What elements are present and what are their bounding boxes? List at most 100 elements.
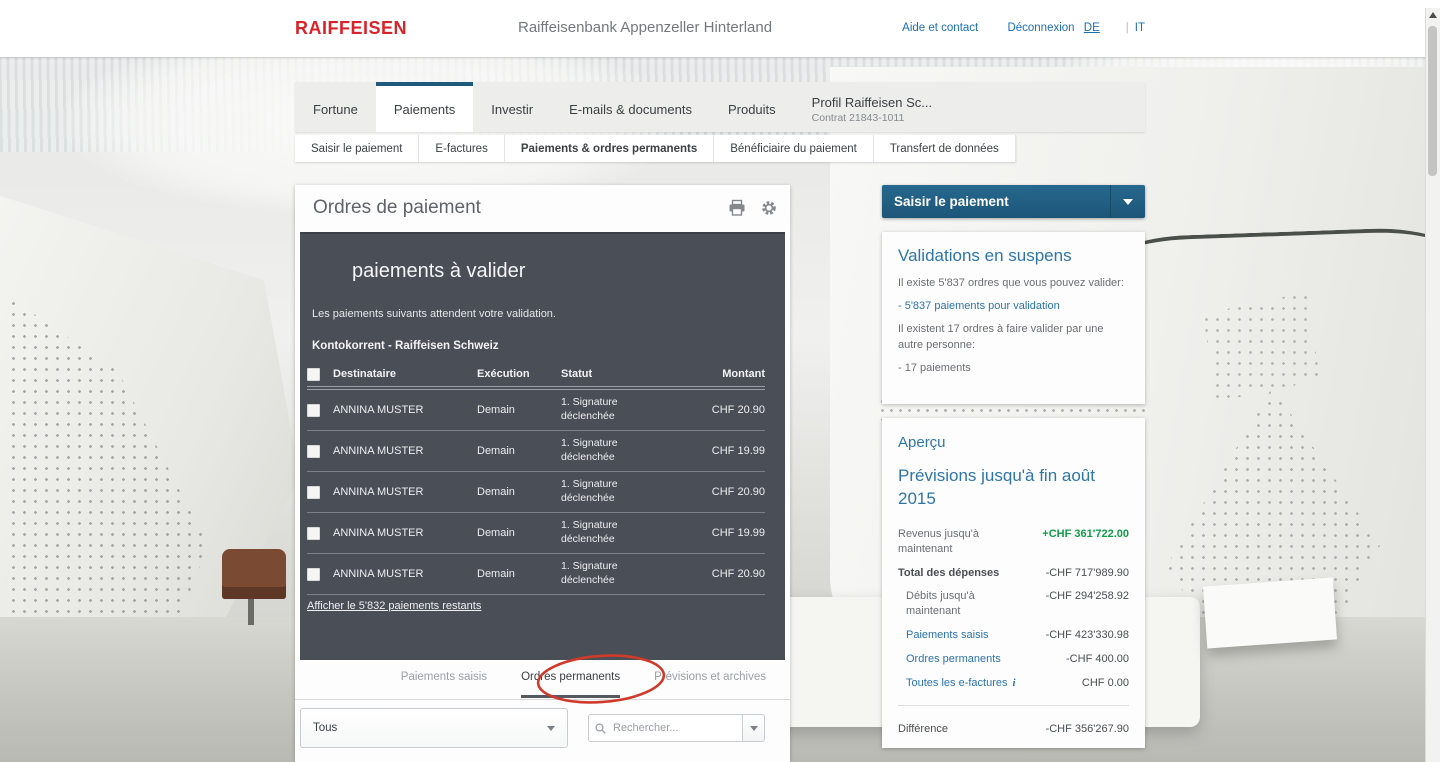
validations-item2: - 17 paiements <box>898 361 1129 377</box>
subnav-transfert[interactable]: Transfert de données <box>874 135 1016 162</box>
overview-row-efactures: Toutes les e-facturesi CHF 0.00 <box>898 676 1129 691</box>
dark-panel-heading: paiements à valider <box>352 260 525 283</box>
contract-number: Contrat 21843-1011 <box>812 112 932 124</box>
search-input[interactable] <box>611 721 725 735</box>
row-checkbox[interactable] <box>307 568 320 581</box>
table-row[interactable]: ANNINA MUSTER Demain 1. Signature déclen… <box>307 390 765 431</box>
print-icon[interactable] <box>728 199 746 217</box>
cell-execution: Demain <box>477 568 561 580</box>
tab-paiements-saisis[interactable]: Paiements saisis <box>401 671 487 698</box>
tab-investir[interactable]: Investir <box>473 82 551 132</box>
gear-icon[interactable] <box>760 199 778 217</box>
select-all-checkbox[interactable] <box>307 368 320 381</box>
help-contact-link[interactable]: Aide et contact <box>902 22 978 34</box>
tab-previsions-archives[interactable]: Prévisions et archives <box>654 671 766 698</box>
col-execution: Exécution <box>477 368 561 380</box>
overview-row-debits: Débits jusqu'à maintenant -CHF 294'258.9… <box>898 589 1129 619</box>
subnav-efactures[interactable]: E-factures <box>419 135 504 162</box>
raiffeisen-logo[interactable]: RAIFFEISEN <box>295 18 407 39</box>
bank-name: Raiffeisenbank Appenzeller Hinterland <box>518 19 772 36</box>
main-nav: Fortune Paiements Investir E-mails & doc… <box>295 82 1145 132</box>
scrollbar[interactable] <box>1425 8 1440 762</box>
overview-divider <box>898 705 1129 706</box>
paiements-saisis-link[interactable]: Paiements saisis <box>898 628 1026 643</box>
search-icon <box>595 723 606 734</box>
table-row[interactable]: ANNINA MUSTER Demain 1. Signature déclen… <box>307 431 765 472</box>
tab-paiements[interactable]: Paiements <box>376 82 473 132</box>
validations-line1: Il existe 5'837 ordres que vous pouvez v… <box>898 276 1129 292</box>
cell-statut: 1. Signature déclenchée <box>561 560 646 587</box>
cell-execution: Demain <box>477 404 561 416</box>
table-row[interactable]: ANNINA MUSTER Demain 1. Signature déclen… <box>307 554 765 595</box>
overview-row-difference: Différence -CHF 356'267.90 <box>898 722 1129 737</box>
row-checkbox[interactable] <box>307 445 320 458</box>
overview-row-paiements-saisis: Paiements saisis -CHF 423'330.98 <box>898 628 1129 643</box>
row-checkbox[interactable] <box>307 527 320 540</box>
tab-profil[interactable]: Profil Raiffeisen Sc... Contrat 21843-10… <box>794 82 950 132</box>
payments-to-validate-panel: paiements à valider Les paiements suivan… <box>300 232 785 660</box>
table-header: Destinataire Exécution Statut Montant <box>307 362 765 387</box>
account-name: Kontokorrent - Raiffeisen Schweiz <box>312 340 499 352</box>
scroll-up-icon[interactable] <box>1429 12 1437 18</box>
saisir-paiement-button[interactable]: Saisir le paiement <box>882 185 1145 218</box>
show-remaining-payments-link[interactable]: Afficher le 5'832 paiements restants <box>307 600 481 612</box>
cell-destinataire: ANNINA MUSTER <box>333 527 477 539</box>
lang-it-link[interactable]: IT <box>1135 22 1145 34</box>
payments-for-validation-link[interactable]: - 5'837 paiements pour validation <box>898 299 1129 315</box>
chevron-down-icon <box>547 726 555 731</box>
tab-fortune[interactable]: Fortune <box>295 82 376 132</box>
panel-header: Ordres de paiement <box>295 185 790 232</box>
table-row[interactable]: ANNINA MUSTER Demain 1. Signature déclen… <box>307 472 765 513</box>
table-row[interactable]: ANNINA MUSTER Demain 1. Signature déclen… <box>307 513 765 554</box>
payments-table: Destinataire Exécution Statut Montant AN… <box>307 362 765 595</box>
overview-row-revenus: Revenus jusqu'à maintenant +CHF 361'722.… <box>898 527 1129 557</box>
overview-subtitle: Prévisions jusqu'à fin août 2015 <box>898 465 1129 511</box>
cell-montant: CHF 20.90 <box>671 486 765 498</box>
cell-statut: 1. Signature déclenchée <box>561 478 646 505</box>
validations-heading: Validations en suspens <box>898 246 1129 266</box>
cell-execution: Demain <box>477 527 561 539</box>
lang-separator: | <box>1126 22 1129 34</box>
cell-montant: CHF 20.90 <box>671 568 765 580</box>
subnav-beneficiaire[interactable]: Bénéficiaire du paiement <box>714 135 874 162</box>
scrollbar-thumb[interactable] <box>1428 26 1437 176</box>
payments-panel: Ordres de paiement paiements à valider L… <box>295 185 790 762</box>
chevron-down-icon <box>750 726 758 731</box>
row-checkbox[interactable] <box>307 486 320 499</box>
subnav-saisir-paiement[interactable]: Saisir le paiement <box>295 135 419 162</box>
overview-row-total-depenses: Total des dépenses -CHF 717'989.90 <box>898 566 1129 581</box>
cell-execution: Demain <box>477 486 561 498</box>
tab-emails-documents[interactable]: E-mails & documents <box>551 82 710 132</box>
ordres-permanents-link[interactable]: Ordres permanents <box>898 652 1026 667</box>
logout-link[interactable]: Déconnexion <box>1007 22 1074 34</box>
efactures-link[interactable]: Toutes les e-factures <box>906 677 1008 689</box>
overview-panel: Aperçu Prévisions jusqu'à fin août 2015 … <box>882 418 1145 748</box>
button-dropdown[interactable] <box>1110 185 1145 218</box>
info-icon[interactable]: i <box>1013 676 1016 691</box>
lang-de-link[interactable]: DE <box>1084 22 1100 34</box>
tab-ordres-permanents[interactable]: Ordres permanents <box>521 671 620 698</box>
tab-produits[interactable]: Produits <box>710 82 794 132</box>
cell-destinataire: ANNINA MUSTER <box>333 404 477 416</box>
overview-title: Aperçu <box>898 434 1129 451</box>
cell-montant: CHF 20.90 <box>671 404 765 416</box>
overview-row-ordres-permanents: Ordres permanents -CHF 400.00 <box>898 652 1129 667</box>
cell-destinataire: ANNINA MUSTER <box>333 486 477 498</box>
cell-destinataire: ANNINA MUSTER <box>333 445 477 457</box>
cell-statut: 1. Signature déclenchée <box>561 437 646 464</box>
row-checkbox[interactable] <box>307 404 320 417</box>
cell-montant: CHF 19.99 <box>671 527 765 539</box>
sub-nav: Saisir le paiement E-factures Paiements … <box>295 135 1016 162</box>
top-bar: RAIFFEISEN Raiffeisenbank Appenzeller Hi… <box>0 0 1440 57</box>
search-options-button[interactable] <box>742 714 765 742</box>
filter-select[interactable]: Tous <box>300 708 568 748</box>
bottom-tabs: Paiements saisis Ordres permanents Prévi… <box>295 671 790 698</box>
search-field[interactable] <box>588 714 742 742</box>
subnav-paiements-ordres[interactable]: Paiements & ordres permanents <box>505 135 714 162</box>
cell-destinataire: ANNINA MUSTER <box>333 568 477 580</box>
tabs-divider <box>295 699 790 700</box>
cell-montant: CHF 19.99 <box>671 445 765 457</box>
cell-statut: 1. Signature déclenchée <box>561 519 646 546</box>
col-destinataire: Destinataire <box>333 368 477 380</box>
chevron-down-icon <box>1123 199 1133 205</box>
